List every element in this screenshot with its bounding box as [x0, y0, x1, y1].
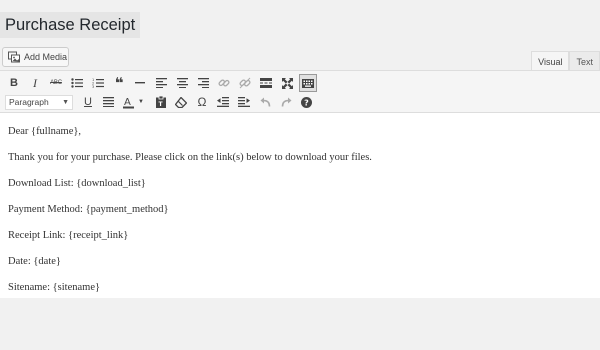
read-more-icon[interactable]	[257, 74, 275, 92]
media-icon	[8, 51, 20, 63]
underline-icon[interactable]: U	[79, 93, 97, 111]
toolbar-toggle-icon[interactable]	[299, 74, 317, 92]
editor-tabs: Visual Text	[531, 51, 600, 71]
svg-text:A: A	[124, 97, 131, 108]
eraser-icon[interactable]	[172, 93, 190, 111]
content-line: Dear {fullname},	[8, 126, 82, 137]
page-title: Purchase Receipt	[0, 12, 141, 38]
content-line: Date: {date}	[8, 256, 61, 267]
tab-visual[interactable]: Visual	[531, 51, 570, 71]
editor-content[interactable]: Dear {fullname}, Thank you for your purc…	[0, 113, 600, 298]
paste-text-icon[interactable]: T	[152, 93, 170, 111]
content-line: Download List: {download_list}	[8, 178, 146, 189]
editor-toolbar: B I ABC 123 ❝ Paragraph ▼ U A ▼ T Ω ?	[0, 70, 600, 113]
undo-icon[interactable]	[256, 93, 274, 111]
content-line: Sitename: {sitename}	[8, 282, 101, 293]
svg-text:?: ?	[304, 98, 309, 107]
align-center-icon[interactable]	[173, 74, 191, 92]
text-color-button[interactable]: A ▼	[121, 93, 149, 111]
redo-icon[interactable]	[277, 93, 295, 111]
align-right-icon[interactable]	[194, 74, 212, 92]
link-icon[interactable]	[215, 74, 233, 92]
outdent-icon[interactable]	[214, 93, 232, 111]
svg-text:3: 3	[92, 85, 94, 88]
chevron-down-icon: ▼	[62, 99, 69, 106]
numbered-list-icon[interactable]: 123	[89, 74, 107, 92]
chevron-down-icon: ▼	[138, 99, 144, 105]
tab-text[interactable]: Text	[569, 51, 600, 71]
fullscreen-icon[interactable]	[278, 74, 296, 92]
blockquote-button[interactable]: ❝	[110, 74, 128, 92]
horizontal-line-icon[interactable]	[131, 74, 149, 92]
italic-button[interactable]: I	[26, 74, 44, 92]
strikethrough-button[interactable]: ABC	[47, 74, 65, 92]
content-line: Thank you for your purchase. Please clic…	[8, 152, 372, 163]
indent-icon[interactable]	[235, 93, 253, 111]
special-character-button[interactable]: Ω	[193, 93, 211, 111]
toolbar-row-1: B I ABC 123 ❝	[0, 73, 600, 93]
toolbar-row-2: Paragraph ▼ U A ▼ T Ω ?	[0, 92, 600, 112]
justify-icon[interactable]	[99, 93, 117, 111]
help-icon[interactable]: ?	[297, 93, 315, 111]
unlink-icon[interactable]	[236, 74, 254, 92]
add-media-button[interactable]: Add Media	[2, 47, 69, 67]
bullet-list-icon[interactable]	[68, 74, 86, 92]
add-media-label: Add Media	[24, 51, 68, 62]
format-select[interactable]: Paragraph ▼	[5, 95, 73, 110]
align-left-icon[interactable]	[152, 74, 170, 92]
content-line: Receipt Link: {receipt_link}	[8, 230, 129, 241]
content-line: Payment Method: {payment_method}	[8, 204, 169, 215]
bold-button[interactable]: B	[5, 74, 23, 92]
format-select-value: Paragraph	[9, 97, 49, 107]
